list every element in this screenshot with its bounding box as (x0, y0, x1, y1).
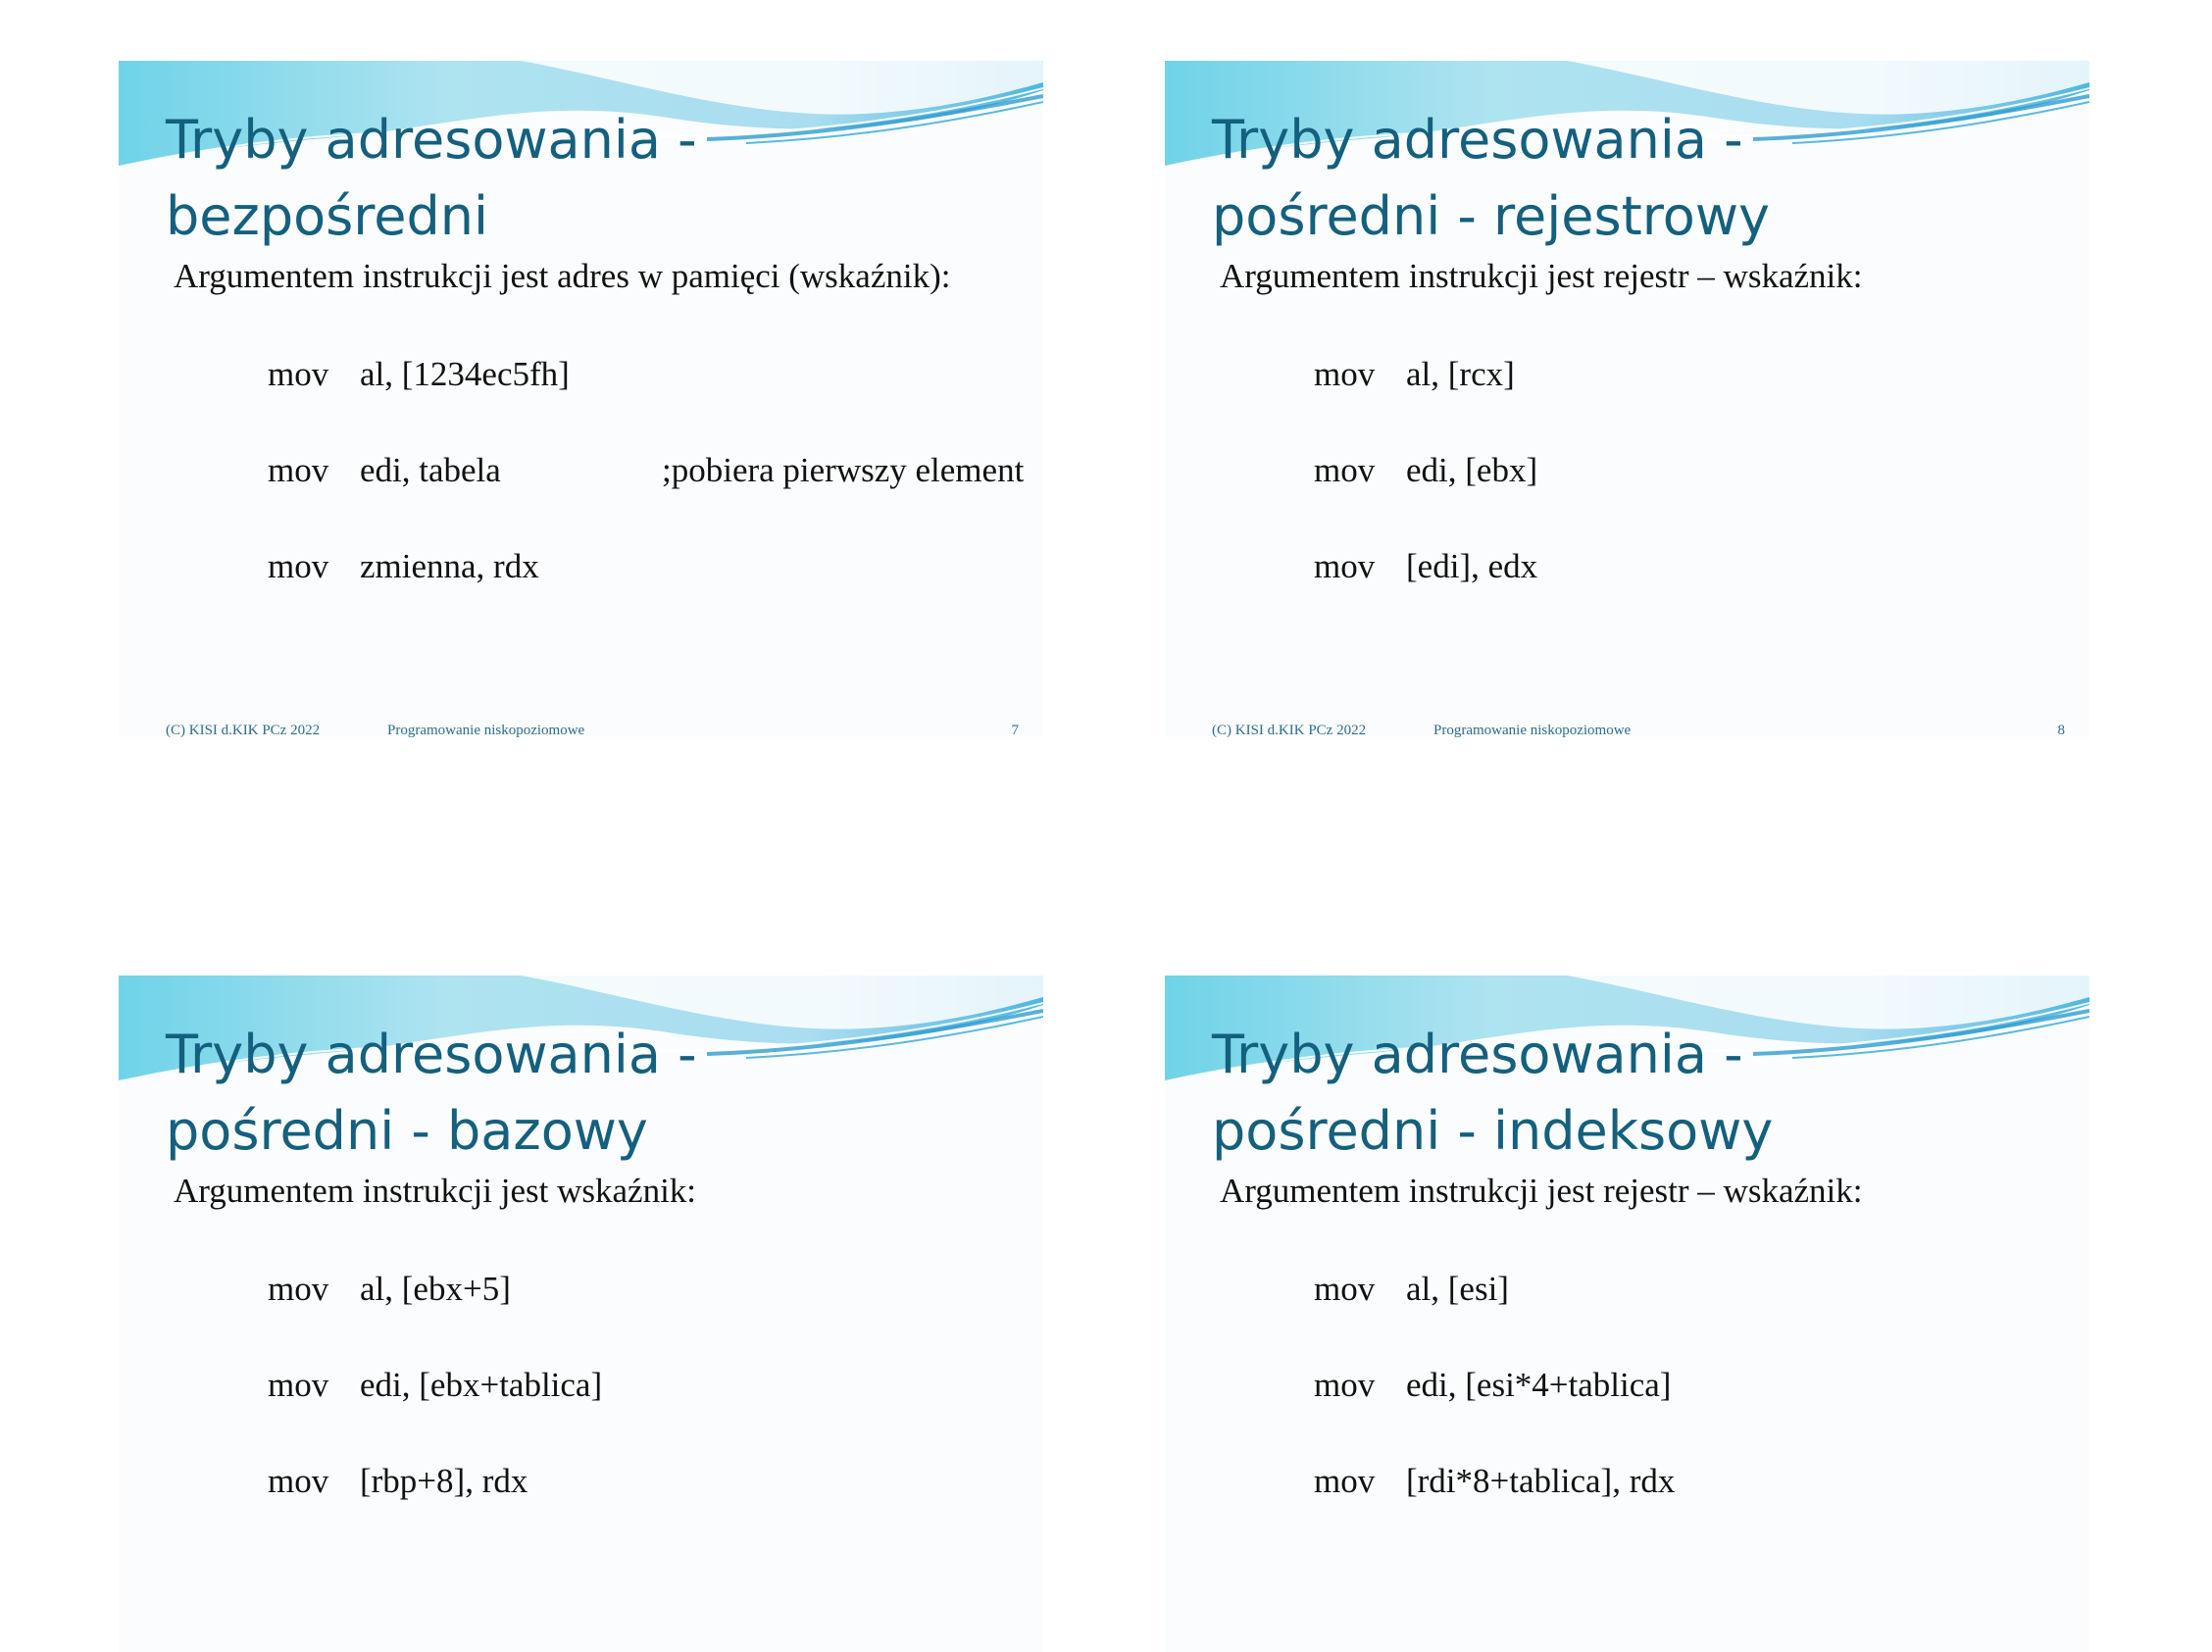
instruction: mov (268, 1366, 329, 1404)
instruction: mov (268, 547, 329, 585)
slide-subtitle: Argumentem instrukcji jest wskaźnik: (174, 1172, 697, 1210)
operands: al, [1234ec5fh] (360, 355, 570, 393)
slide-subtitle: Argumentem instrukcji jest rejestr – wsk… (1220, 1172, 1863, 1210)
instruction: mov (1314, 1366, 1376, 1404)
instruction: mov (1314, 355, 1376, 393)
title-line-1: Tryby adresowania - (166, 1024, 697, 1085)
instruction: mov (1314, 1270, 1376, 1308)
footer-copyright: (C) KISI d.KIK PCz 2022 (166, 723, 321, 738)
instruction: mov (268, 1270, 329, 1308)
slide-subtitle: Argumentem instrukcji jest rejestr – wsk… (1220, 257, 1863, 295)
title-line-1: Tryby adresowania - (166, 109, 697, 171)
title-line-2: pośredni - indeksowy (1212, 1100, 1774, 1162)
instruction: mov (1314, 451, 1376, 489)
footer-course: Programowanie niskopoziomowe (387, 723, 585, 738)
slide-footer: (C) KISI d.KIK PCz 2022 Programowanie ni… (166, 723, 1019, 744)
slide-title: Tryby adresowania - pośredni - indeksowy (1212, 1017, 2055, 1170)
slide-8: Tryby adresowania - pośredni - rejestrow… (1165, 61, 2089, 738)
instruction: mov (268, 451, 329, 489)
operands: al, [rcx] (1406, 355, 1515, 393)
page-number: 7 (1011, 723, 1020, 738)
title-line-2: pośredni - bazowy (166, 1100, 648, 1162)
slide-10: Tryby adresowania - pośredni - indeksowy… (1165, 976, 2089, 1652)
slide-title: Tryby adresowania - bezpośredni (166, 102, 1009, 255)
title-line-2: bezpośredni (166, 185, 489, 247)
slide-subtitle: Argumentem instrukcji jest adres w pamię… (174, 257, 951, 295)
operands: edi, tabela (360, 451, 501, 489)
operands: al, [ebx+5] (360, 1270, 511, 1308)
operands: [rbp+8], rdx (360, 1462, 528, 1500)
operands: edi, [esi*4+tablica] (1406, 1366, 1672, 1404)
slide-7: Tryby adresowania - bezpośredni Argument… (119, 61, 1043, 738)
title-line-1: Tryby adresowania - (1212, 109, 1743, 171)
instruction: mov (268, 1462, 329, 1500)
footer-copyright: (C) KISI d.KIK PCz 2022 (1212, 723, 1367, 738)
code-comment: ;pobiera pierwszy element (662, 451, 1025, 489)
operands: edi, [ebx] (1406, 451, 1538, 489)
instruction: mov (1314, 547, 1376, 585)
operands: zmienna, rdx (360, 547, 539, 585)
slide-footer: (C) KISI d.KIK PCz 2022 Programowanie ni… (1212, 723, 2065, 744)
operands: [edi], edx (1406, 547, 1538, 585)
operands: [rdi*8+tablica], rdx (1406, 1462, 1676, 1500)
slide-9: Tryby adresowania - pośredni - bazowy Ar… (119, 976, 1043, 1652)
slide-title: Tryby adresowania - pośredni - rejestrow… (1212, 102, 2055, 255)
instruction: mov (1314, 1462, 1376, 1500)
operands: edi, [ebx+tablica] (360, 1366, 603, 1404)
operands: al, [esi] (1406, 1270, 1509, 1308)
slide-title: Tryby adresowania - pośredni - bazowy (166, 1017, 1009, 1170)
title-line-2: pośredni - rejestrowy (1212, 185, 1770, 247)
instruction: mov (268, 355, 329, 393)
title-line-1: Tryby adresowania - (1212, 1024, 1743, 1085)
page-number: 8 (2057, 723, 2066, 738)
footer-course: Programowanie niskopoziomowe (1433, 723, 1632, 738)
